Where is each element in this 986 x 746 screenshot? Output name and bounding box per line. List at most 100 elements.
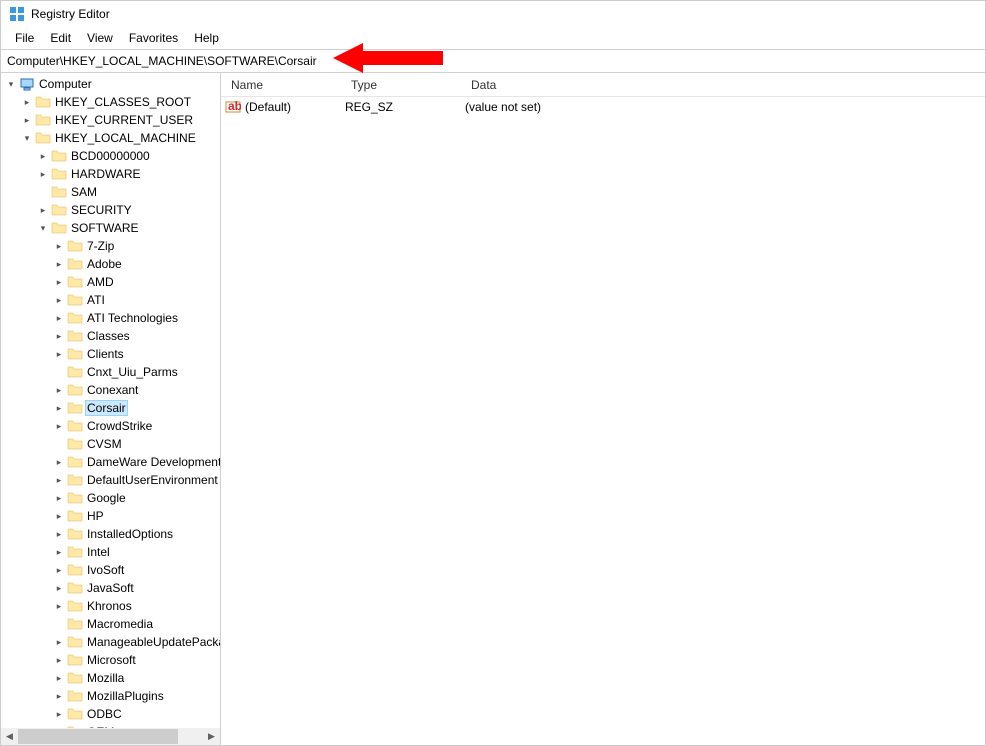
tree-panel[interactable]: ▾Computer▸HKEY_CLASSES_ROOT▸HKEY_CURRENT…: [1, 73, 221, 745]
tree-amd[interactable]: ▸AMD: [1, 273, 221, 291]
expander-icon[interactable]: ▾: [37, 223, 49, 234]
folder-icon: [67, 455, 83, 469]
expander-icon[interactable]: ▸: [53, 493, 65, 504]
expander-icon[interactable]: ▸: [37, 169, 49, 180]
expander-icon[interactable]: ▸: [53, 601, 65, 612]
horizontal-scrollbar[interactable]: ◀ ▶: [1, 728, 220, 745]
expander-icon[interactable]: ▾: [5, 79, 17, 90]
tree-hklm[interactable]: ▾HKEY_LOCAL_MACHINE: [1, 129, 221, 147]
expander-icon[interactable]: ▸: [53, 313, 65, 324]
tree-cnxt-uiu-parms[interactable]: Cnxt_Uiu_Parms: [1, 363, 221, 381]
expander-icon[interactable]: ▸: [53, 709, 65, 720]
tree-hardware[interactable]: ▸HARDWARE: [1, 165, 221, 183]
tree-defaultuserenvironment[interactable]: ▸DefaultUserEnvironment: [1, 471, 221, 489]
expander-icon[interactable]: ▸: [53, 547, 65, 558]
expander-icon[interactable]: ▸: [53, 259, 65, 270]
address-input[interactable]: [1, 52, 985, 70]
tree-mozilla[interactable]: ▸Mozilla: [1, 669, 221, 687]
tree-computer[interactable]: ▾Computer: [1, 75, 221, 93]
column-header-data[interactable]: Data: [461, 74, 985, 96]
expander-icon[interactable]: ▸: [53, 637, 65, 648]
expander-icon[interactable]: ▸: [53, 277, 65, 288]
list-item[interactable]: ab (Default) REG_SZ (value not set): [221, 97, 985, 117]
scroll-left-button[interactable]: ◀: [1, 728, 18, 745]
tree-ati-technologies[interactable]: ▸ATI Technologies: [1, 309, 221, 327]
expander-icon[interactable]: ▸: [53, 403, 65, 414]
tree-javasoft[interactable]: ▸JavaSoft: [1, 579, 221, 597]
tree-installedoptions[interactable]: ▸InstalledOptions: [1, 525, 221, 543]
tree-bcd[interactable]: ▸BCD00000000: [1, 147, 221, 165]
tree-software[interactable]: ▾SOFTWARE: [1, 219, 221, 237]
expander-icon[interactable]: ▸: [53, 529, 65, 540]
tree-intel[interactable]: ▸ Intel: [1, 543, 221, 561]
tree-macromedia[interactable]: Macromedia: [1, 615, 221, 633]
column-header-type[interactable]: Type: [341, 74, 461, 96]
menu-file[interactable]: File: [7, 29, 42, 47]
tree-odbc[interactable]: ▸ODBC: [1, 705, 221, 723]
tree-hkcu[interactable]: ▸ HKEY_CURRENT_USER: [1, 111, 221, 129]
expander-icon[interactable]: ▸: [53, 421, 65, 432]
tree-security[interactable]: ▸SECURITY: [1, 201, 221, 219]
menu-help[interactable]: Help: [186, 29, 227, 47]
expander-icon[interactable]: ▸: [53, 295, 65, 306]
tree-item-label: Khronos: [85, 599, 134, 613]
tree-7-zip[interactable]: ▸7-Zip: [1, 237, 221, 255]
folder-icon: [67, 419, 83, 433]
tree-corsair[interactable]: ▸Corsair: [1, 399, 221, 417]
expander-icon[interactable]: ▸: [53, 475, 65, 486]
expander-icon[interactable]: ▸: [37, 205, 49, 216]
tree-mozillaplugins[interactable]: ▸MozillaPlugins: [1, 687, 221, 705]
tree-adobe[interactable]: ▸Adobe: [1, 255, 221, 273]
tree-hp[interactable]: ▸HP: [1, 507, 221, 525]
tree-dameware-development[interactable]: ▸DameWare Development: [1, 453, 221, 471]
expander-icon[interactable]: ▸: [53, 511, 65, 522]
tree-crowdstrike[interactable]: ▸CrowdStrike: [1, 417, 221, 435]
expander-icon[interactable]: ▸: [53, 457, 65, 468]
tree-ati[interactable]: ▸ATI: [1, 291, 221, 309]
tree-google[interactable]: ▸Google: [1, 489, 221, 507]
tree-microsoft[interactable]: ▸Microsoft: [1, 651, 221, 669]
tree-conexant[interactable]: ▸ Conexant: [1, 381, 221, 399]
expander-icon[interactable]: ▸: [21, 97, 33, 108]
folder-icon: [67, 347, 83, 361]
folder-icon: [67, 545, 83, 559]
expander-icon[interactable]: ▸: [53, 565, 65, 576]
tree-item-label: Macromedia: [85, 617, 155, 631]
folder-icon: [35, 95, 51, 109]
tree-manageableupdatepackage[interactable]: ▸ManageableUpdatePackage: [1, 633, 221, 651]
folder-icon: [67, 653, 83, 667]
expander-icon[interactable]: ▸: [53, 241, 65, 252]
expander-icon[interactable]: ▸: [53, 655, 65, 666]
menu-favorites[interactable]: Favorites: [121, 29, 186, 47]
folder-icon: [51, 203, 67, 217]
tree-cvsm[interactable]: CVSM: [1, 435, 221, 453]
values-panel: Name Type Data ab (Default) REG_SZ (valu…: [221, 73, 985, 745]
expander-icon[interactable]: ▸: [53, 349, 65, 360]
expander-icon[interactable]: ▸: [53, 583, 65, 594]
menu-view[interactable]: View: [79, 29, 121, 47]
column-header-name[interactable]: Name: [221, 74, 341, 96]
expander-icon[interactable]: ▸: [53, 385, 65, 396]
folder-icon: [67, 365, 83, 379]
expander-icon[interactable]: ▸: [53, 331, 65, 342]
expander-icon[interactable]: ▸: [53, 691, 65, 702]
scroll-thumb[interactable]: [18, 729, 178, 744]
tree-item-label: Conexant: [85, 383, 140, 397]
tree-item-label: SAM: [69, 185, 99, 199]
folder-icon: [67, 671, 83, 685]
tree-item-label: HKEY_CURRENT_USER: [53, 113, 195, 127]
expander-icon[interactable]: ▸: [37, 151, 49, 162]
tree-khronos[interactable]: ▸ Khronos: [1, 597, 221, 615]
tree-sam[interactable]: SAM: [1, 183, 221, 201]
tree-ivosoft[interactable]: ▸IvoSoft: [1, 561, 221, 579]
expander-icon[interactable]: ▸: [53, 673, 65, 684]
tree-classes[interactable]: ▸Classes: [1, 327, 221, 345]
expander-icon[interactable]: ▾: [21, 133, 33, 144]
tree-clients[interactable]: ▸Clients: [1, 345, 221, 363]
expander-icon[interactable]: ▸: [21, 115, 33, 126]
scroll-right-button[interactable]: ▶: [203, 728, 220, 745]
tree-item-label: Intel: [85, 545, 112, 559]
folder-icon: [67, 635, 83, 649]
menu-edit[interactable]: Edit: [42, 29, 79, 47]
tree-hkcr[interactable]: ▸HKEY_CLASSES_ROOT: [1, 93, 221, 111]
